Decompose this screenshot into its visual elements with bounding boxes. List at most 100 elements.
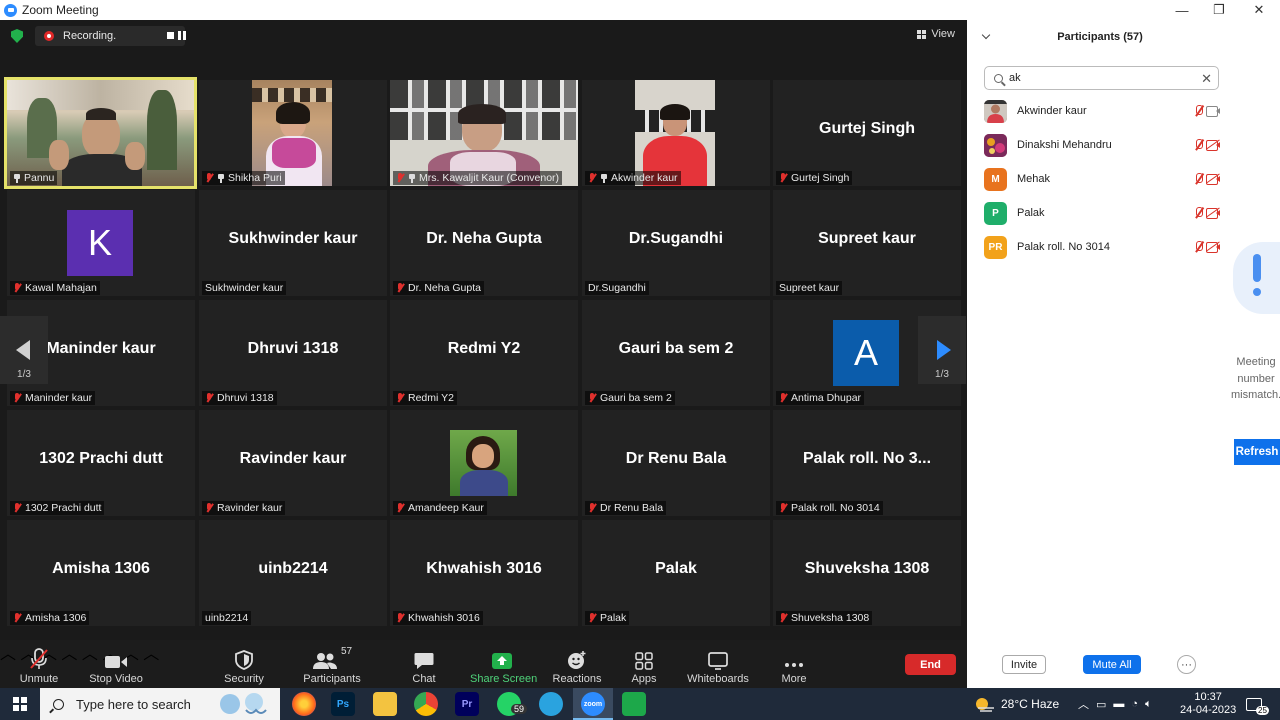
- premiere-icon[interactable]: Pr: [455, 692, 479, 716]
- close-button[interactable]: ✕: [1240, 0, 1278, 20]
- participant-row[interactable]: PR Palak roll. No 3014: [984, 235, 1224, 259]
- end-meeting-button[interactable]: End: [905, 654, 956, 675]
- weather-widget[interactable]: 28°C Haze: [974, 688, 1059, 720]
- share-screen-label: Share Screen: [470, 673, 538, 685]
- participant-name-label: Dr. Neha Gupta: [393, 281, 484, 295]
- video-off-icon[interactable]: [1206, 139, 1220, 151]
- muted-mic-icon[interactable]: [1193, 207, 1204, 219]
- video-tile-neha-gupta[interactable]: Dr. Neha Gupta Dr. Neha Gupta: [390, 190, 578, 296]
- participant-row[interactable]: Akwinder kaur: [984, 99, 1224, 123]
- chevron-up-icon[interactable]: ︿: [1078, 696, 1089, 712]
- chat-button[interactable]: Chat: [404, 640, 444, 688]
- video-tile-palak-roll[interactable]: Palak roll. No 3... Palak roll. No 3014: [773, 410, 961, 516]
- participant-name: Dhruvi 1318: [217, 392, 274, 404]
- stop-recording-icon[interactable]: [167, 32, 174, 39]
- video-tile-renu-bala[interactable]: Dr Renu Bala Dr Renu Bala: [582, 410, 770, 516]
- participant-row[interactable]: M Mehak: [984, 167, 1224, 191]
- zoom-taskbar-icon[interactable]: zoom: [581, 692, 605, 716]
- participant-display-name: Gauri ba sem 2: [618, 340, 734, 357]
- wifi-icon[interactable]: ◔: [1131, 698, 1138, 710]
- view-button[interactable]: View: [917, 28, 955, 40]
- whiteboards-button[interactable]: Whiteboards: [686, 640, 750, 688]
- unmute-button[interactable]: Unmute: [14, 640, 64, 688]
- video-tile-dhruvi[interactable]: Dhruvi 1318 Dhruvi 1318: [199, 300, 387, 406]
- video-tile-shuveksha[interactable]: Shuveksha 1308 Shuveksha 1308: [773, 520, 961, 626]
- battery-icon[interactable]: ▬: [1113, 698, 1124, 710]
- muted-mic-icon[interactable]: [1193, 105, 1204, 117]
- apps-button[interactable]: Apps: [624, 640, 664, 688]
- network-icon[interactable]: ▭: [1096, 698, 1106, 711]
- chrome-icon[interactable]: [414, 692, 438, 716]
- windows-start-icon[interactable]: [13, 697, 27, 711]
- muted-mic-icon[interactable]: [1193, 139, 1204, 151]
- participant-name-label: Amisha 1306: [10, 611, 90, 625]
- share-screen-button[interactable]: Share Screen: [470, 640, 538, 688]
- meeting-area: Recording. View Pannu Shikha Puri Mrs. K…: [0, 20, 967, 640]
- taskbar-search-box[interactable]: Type here to search: [40, 688, 280, 720]
- video-tile-akwinder-kaur[interactable]: Akwinder kaur: [582, 80, 770, 186]
- muted-mic-icon[interactable]: [1193, 173, 1204, 185]
- muted-mic-icon[interactable]: [1193, 241, 1204, 253]
- participant-row[interactable]: Dinakshi Mehandru: [984, 133, 1224, 157]
- video-tile-sukhwinder-kaur[interactable]: Sukhwinder kaur Sukhwinder kaur: [199, 190, 387, 296]
- participant-name-label: Kawal Mahajan: [10, 281, 100, 295]
- video-off-icon[interactable]: [1206, 173, 1220, 185]
- previous-page-button[interactable]: 1/3: [0, 316, 48, 384]
- video-tile-uinb2214[interactable]: uinb2214 uinb2214: [199, 520, 387, 626]
- clock[interactable]: 10:37 24-04-2023: [1180, 688, 1236, 720]
- telegram-icon[interactable]: [539, 692, 563, 716]
- video-tile-shikha-puri[interactable]: Shikha Puri: [199, 80, 387, 186]
- video-on-icon[interactable]: [1206, 106, 1220, 117]
- photoshop-icon[interactable]: Ps: [331, 692, 355, 716]
- participant-display-name: Dhruvi 1318: [247, 340, 339, 357]
- participant-search-input[interactable]: [1009, 72, 1189, 84]
- video-off-icon[interactable]: [1206, 241, 1220, 253]
- panel-more-button[interactable]: ···: [1177, 655, 1196, 674]
- video-tile-amandeep-kaur[interactable]: Amandeep Kaur: [390, 410, 578, 516]
- video-tile-kawaljit-kaur[interactable]: Mrs. Kawaljit Kaur (Convenor): [390, 80, 578, 186]
- video-tile-pannu[interactable]: Pannu: [4, 77, 197, 189]
- file-explorer-icon[interactable]: [373, 692, 397, 716]
- next-page-button[interactable]: 1/3: [918, 316, 966, 384]
- video-tile-khwahish[interactable]: Khwahish 3016 Khwahish 3016: [390, 520, 578, 626]
- video-tile-prachi-dutt[interactable]: 1302 Prachi dutt 1302 Prachi dutt: [7, 410, 195, 516]
- clear-search-icon[interactable]: ✕: [1201, 71, 1212, 87]
- more-button[interactable]: More: [774, 640, 814, 688]
- video-tile-kawal-mahajan[interactable]: K Kawal Mahajan: [7, 190, 195, 296]
- pin-icon: [600, 173, 608, 183]
- video-tile-palak[interactable]: Palak Palak: [582, 520, 770, 626]
- alert-exclamation-icon[interactable]: [1233, 242, 1280, 314]
- video-tile-sugandhi[interactable]: Dr.Sugandhi Dr.Sugandhi: [582, 190, 770, 296]
- participant-display-name: uinb2214: [258, 560, 328, 577]
- video-off-icon[interactable]: [1206, 207, 1220, 219]
- encryption-shield-icon[interactable]: [11, 29, 23, 43]
- pin-icon: [217, 173, 225, 183]
- invite-button[interactable]: Invite: [1002, 655, 1046, 674]
- mute-all-button[interactable]: Mute All: [1083, 655, 1141, 674]
- participants-button[interactable]: 57 Participants: [300, 640, 364, 688]
- participant-display-name: 1302 Prachi dutt: [39, 450, 163, 467]
- participant-name: Palak roll. No 3014: [1017, 241, 1110, 253]
- volume-icon[interactable]: 🔈︎: [1145, 698, 1152, 711]
- participant-row[interactable]: P Palak: [984, 201, 1224, 225]
- firefox-icon[interactable]: [292, 692, 316, 716]
- security-button[interactable]: Security: [218, 640, 270, 688]
- video-tile-gauri[interactable]: Gauri ba sem 2 Gauri ba sem 2: [582, 300, 770, 406]
- video-tile-gurtej-singh[interactable]: Gurtej Singh Gurtej Singh: [773, 80, 961, 186]
- stop-video-button[interactable]: Stop Video: [88, 640, 144, 688]
- reactions-button[interactable]: Reactions: [552, 640, 602, 688]
- participant-search-box[interactable]: ✕: [984, 66, 1219, 90]
- pause-recording-icon[interactable]: [178, 31, 186, 40]
- minimize-button[interactable]: —: [1163, 0, 1201, 20]
- green-app-icon[interactable]: [622, 692, 646, 716]
- video-tile-ravinder-kaur[interactable]: Ravinder kaur Ravinder kaur: [199, 410, 387, 516]
- muted-mic-icon: [588, 503, 597, 513]
- refresh-button[interactable]: Refresh: [1234, 439, 1280, 465]
- video-tile-amisha[interactable]: Amisha 1306 Amisha 1306: [7, 520, 195, 626]
- participant-name: Supreet kaur: [779, 282, 840, 294]
- whiteboards-options-caret-icon[interactable]: ︿: [143, 646, 159, 663]
- video-tile-redmi-y2[interactable]: Redmi Y2 Redmi Y2: [390, 300, 578, 406]
- maximize-button[interactable]: ❐: [1200, 0, 1238, 20]
- video-tile-supreet-kaur[interactable]: Supreet kaur Supreet kaur: [773, 190, 961, 296]
- notification-center[interactable]: 25: [1246, 688, 1275, 720]
